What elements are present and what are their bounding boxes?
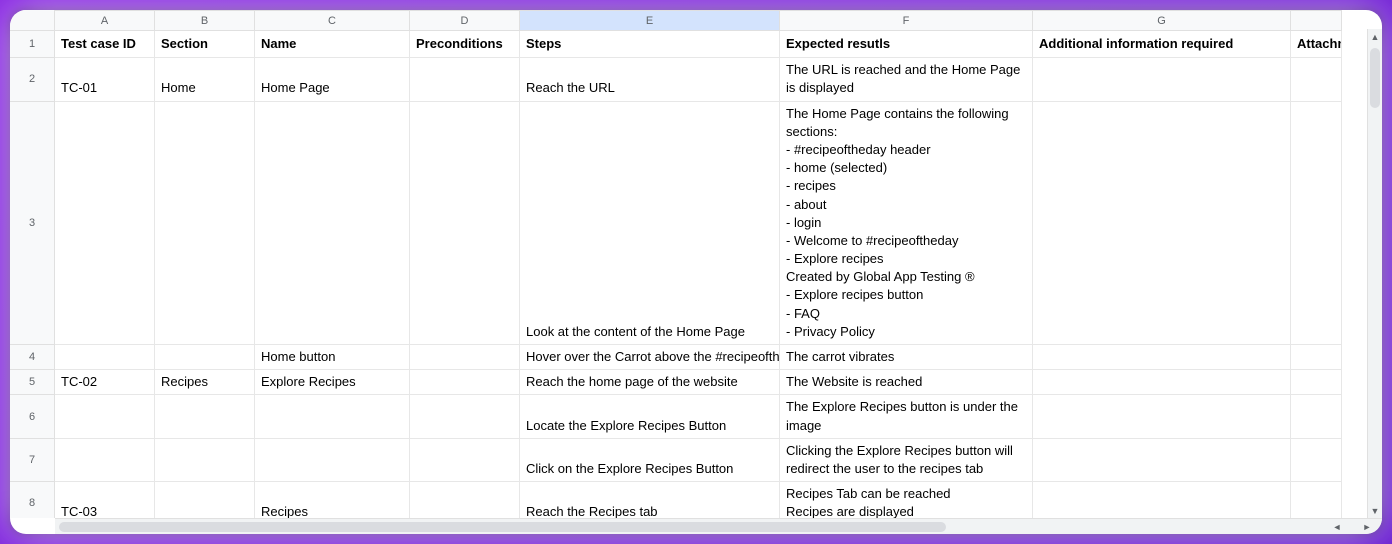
cell[interactable]: [155, 345, 255, 370]
row-header[interactable]: 2: [10, 58, 55, 101]
h-scroll-thumb[interactable]: [59, 522, 946, 532]
cell[interactable]: TC-03: [55, 482, 155, 518]
column-header-C[interactable]: C: [255, 10, 410, 31]
sheet-nav-arrows: ◄ ►: [1322, 518, 1382, 534]
cell[interactable]: Expected resutls: [780, 31, 1033, 58]
column-header-A[interactable]: A: [55, 10, 155, 31]
cell[interactable]: [1033, 395, 1291, 438]
cell[interactable]: Name: [255, 31, 410, 58]
cell[interactable]: Explore Recipes: [255, 370, 410, 395]
cell[interactable]: The URL is reached and the Home Page is …: [780, 58, 1033, 101]
spreadsheet-grid[interactable]: ABCDEFG 1Test case IDSectionNamePrecondit…: [10, 10, 1367, 518]
column-header-B[interactable]: B: [155, 10, 255, 31]
cell[interactable]: Locate the Explore Recipes Button: [520, 395, 780, 438]
row-header[interactable]: 6: [10, 395, 55, 438]
cell[interactable]: [55, 439, 155, 482]
row-header[interactable]: 3: [10, 102, 55, 345]
cell[interactable]: Home Page: [255, 58, 410, 101]
sheet-next-icon[interactable]: ►: [1360, 522, 1375, 532]
cell[interactable]: [1033, 345, 1291, 370]
cell[interactable]: Recipes: [155, 370, 255, 395]
cell[interactable]: Recipes: [255, 482, 410, 518]
select-all-corner[interactable]: [10, 10, 55, 31]
horizontal-scrollbar[interactable]: [55, 518, 1322, 534]
cell[interactable]: [1291, 395, 1342, 438]
cell[interactable]: [155, 482, 255, 518]
row-header[interactable]: 1: [10, 31, 55, 58]
cell[interactable]: Home button: [255, 345, 410, 370]
cell[interactable]: The Home Page contains the following sec…: [780, 102, 1033, 345]
cell[interactable]: Click on the Explore Recipes Button: [520, 439, 780, 482]
cell[interactable]: [410, 345, 520, 370]
cell[interactable]: Preconditions: [410, 31, 520, 58]
cell[interactable]: Test case ID: [55, 31, 155, 58]
cell[interactable]: Reach the home page of the website: [520, 370, 780, 395]
cell[interactable]: [255, 439, 410, 482]
vertical-scrollbar[interactable]: ▲ ▼: [1367, 29, 1382, 518]
cell[interactable]: [1291, 58, 1342, 101]
row-header[interactable]: 7: [10, 439, 55, 482]
cell[interactable]: [410, 58, 520, 101]
cell[interactable]: [410, 439, 520, 482]
cell[interactable]: [1033, 439, 1291, 482]
grid-wrapper: ABCDEFG 1Test case IDSectionNamePrecondit…: [10, 10, 1367, 518]
cell[interactable]: The carrot vibrates: [780, 345, 1033, 370]
row-header[interactable]: 5: [10, 370, 55, 395]
v-scroll-thumb[interactable]: [1370, 48, 1380, 108]
cell[interactable]: [1291, 345, 1342, 370]
cell[interactable]: Additional information required: [1033, 31, 1291, 58]
column-header-G[interactable]: G: [1033, 10, 1291, 31]
cell[interactable]: [1291, 482, 1342, 518]
cell[interactable]: Section: [155, 31, 255, 58]
cell[interactable]: Look at the content of the Home Page: [520, 102, 780, 345]
cell[interactable]: [1033, 58, 1291, 101]
cell[interactable]: [1291, 102, 1342, 345]
column-header-extra[interactable]: [1291, 10, 1342, 31]
cell[interactable]: Home: [155, 58, 255, 101]
cell[interactable]: The Explore Recipes button is under the …: [780, 395, 1033, 438]
cell[interactable]: [1033, 102, 1291, 345]
cell[interactable]: [1291, 439, 1342, 482]
cell[interactable]: [1033, 482, 1291, 518]
row-header[interactable]: 8: [10, 482, 55, 518]
cell[interactable]: [155, 395, 255, 438]
cell[interactable]: TC-01: [55, 58, 155, 101]
scroll-up-icon[interactable]: ▲: [1368, 29, 1383, 44]
cell[interactable]: Hover over the Carrot above the #recipeo…: [520, 345, 780, 370]
cell[interactable]: [1033, 370, 1291, 395]
column-header-F[interactable]: F: [780, 10, 1033, 31]
cell[interactable]: Attachm: [1291, 31, 1342, 58]
cell[interactable]: [155, 439, 255, 482]
spreadsheet-window: ABCDEFG 1Test case IDSectionNamePrecondit…: [10, 10, 1382, 534]
column-header-D[interactable]: D: [410, 10, 520, 31]
cell[interactable]: [410, 482, 520, 518]
cell[interactable]: [55, 345, 155, 370]
cell[interactable]: The Website is reached: [780, 370, 1033, 395]
cell[interactable]: Steps: [520, 31, 780, 58]
sheet-prev-icon[interactable]: ◄: [1330, 522, 1345, 532]
cell[interactable]: [1291, 370, 1342, 395]
cell[interactable]: [410, 102, 520, 345]
cell[interactable]: [55, 395, 155, 438]
scroll-down-icon[interactable]: ▼: [1368, 503, 1383, 518]
cell[interactable]: Reach the URL: [520, 58, 780, 101]
cell[interactable]: [55, 102, 155, 345]
cell[interactable]: TC-02: [55, 370, 155, 395]
cell[interactable]: Clicking the Explore Recipes button will…: [780, 439, 1033, 482]
cell[interactable]: [255, 102, 410, 345]
cell[interactable]: Reach the Recipes tab: [520, 482, 780, 518]
column-header-E[interactable]: E: [520, 10, 780, 31]
row-header[interactable]: 4: [10, 345, 55, 370]
cell[interactable]: [255, 395, 410, 438]
cell[interactable]: [155, 102, 255, 345]
cell[interactable]: [410, 370, 520, 395]
cell[interactable]: Recipes Tab can be reached Recipes are d…: [780, 482, 1033, 518]
cell[interactable]: [410, 395, 520, 438]
